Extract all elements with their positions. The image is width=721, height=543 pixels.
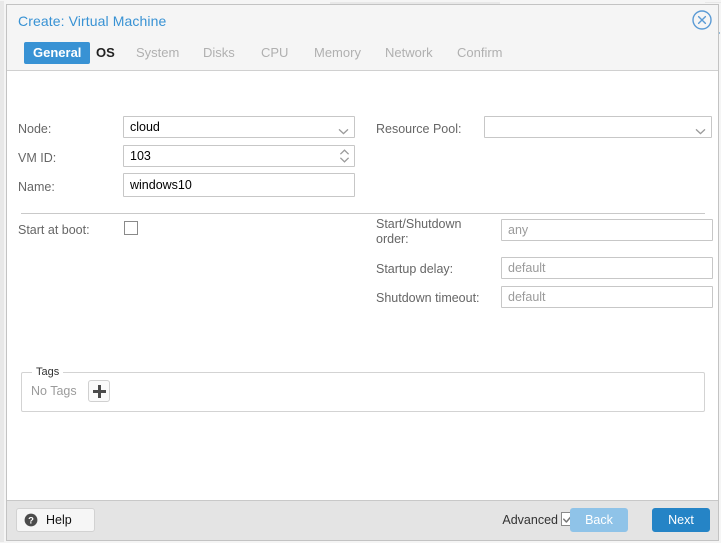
- start-at-boot-checkbox[interactable]: [124, 221, 138, 235]
- tab-network: Network: [385, 45, 433, 60]
- tab-memory: Memory: [314, 45, 361, 60]
- tags-legend: Tags: [32, 366, 64, 378]
- tab-confirm: Confirm: [457, 45, 503, 60]
- backdrop-decoration: [705, 2, 721, 3]
- plus-icon[interactable]: [88, 380, 110, 402]
- section-divider: [21, 213, 705, 214]
- tab-cpu: CPU: [261, 45, 289, 60]
- dialog-footer: Help ? Advanced Back Next: [7, 500, 718, 540]
- vmid-input[interactable]: [123, 145, 355, 167]
- shutdown-timeout-input[interactable]: [501, 286, 713, 308]
- dialog-body: Node: VM ID: Name: Resource Pool:: [7, 71, 718, 500]
- dialog-title: Create: Virtual Machine: [18, 13, 167, 29]
- start-shutdown-order-label: Start/Shutdown order:: [376, 217, 462, 246]
- startup-delay-input[interactable]: [501, 257, 713, 279]
- tab-disks: Disks: [203, 45, 235, 60]
- name-label: Name:: [18, 180, 55, 194]
- name-input[interactable]: [123, 173, 355, 197]
- tab-general[interactable]: General: [24, 42, 91, 64]
- resource-pool-select[interactable]: [484, 116, 712, 138]
- tags-fieldset: Tags No Tags: [21, 366, 705, 412]
- node-label: Node:: [18, 122, 52, 136]
- advanced-label: Advanced: [502, 513, 558, 527]
- tab-system: System: [136, 45, 180, 60]
- start-shutdown-order-input[interactable]: [501, 219, 713, 241]
- dialog-header: Create: Virtual Machine: [7, 5, 718, 36]
- node-select[interactable]: [123, 116, 355, 138]
- help-button[interactable]: Help: [16, 508, 95, 532]
- resource-pool-label: Resource Pool:: [376, 122, 462, 136]
- next-button[interactable]: Next: [652, 508, 710, 532]
- tab-os[interactable]: OS: [96, 42, 115, 64]
- no-tags-label: No Tags: [31, 384, 77, 398]
- backdrop-decoration: [0, 1, 4, 542]
- wizard-tab-bar: General OS System Disks CPU Memory Netwo…: [7, 36, 718, 71]
- start-at-boot-label: Start at boot:: [18, 223, 90, 237]
- vmid-label: VM ID:: [18, 151, 57, 165]
- close-icon[interactable]: [691, 9, 713, 31]
- shutdown-timeout-label: Shutdown timeout:: [376, 291, 480, 305]
- startup-delay-label: Startup delay:: [376, 262, 454, 276]
- create-virtual-machine-dialog: Create: Virtual Machine General OS Syste…: [6, 4, 719, 541]
- back-button[interactable]: Back: [570, 508, 628, 532]
